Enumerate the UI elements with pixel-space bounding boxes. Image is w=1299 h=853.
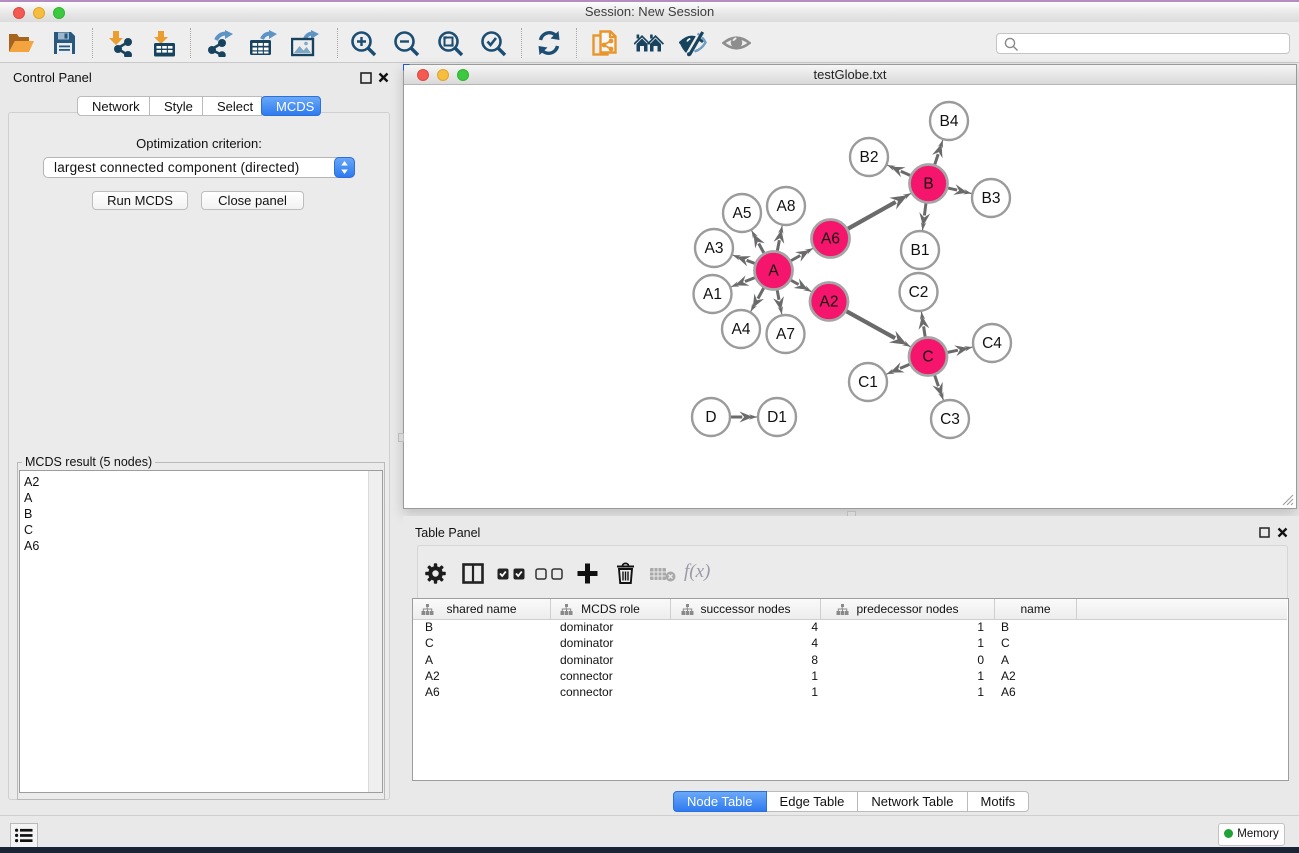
- svg-text:A6: A6: [821, 231, 840, 248]
- svg-text:D1: D1: [767, 409, 787, 426]
- svg-text:A: A: [768, 263, 779, 280]
- svg-text:B2: B2: [860, 149, 879, 166]
- svg-text:B4: B4: [940, 113, 959, 130]
- svg-text:D: D: [705, 409, 716, 426]
- svg-text:A2: A2: [820, 294, 839, 311]
- svg-text:C4: C4: [982, 335, 1002, 352]
- svg-text:C2: C2: [909, 284, 929, 301]
- svg-text:A4: A4: [732, 321, 751, 338]
- svg-text:B1: B1: [911, 242, 930, 259]
- svg-text:A8: A8: [777, 198, 796, 215]
- svg-text:B3: B3: [982, 190, 1001, 207]
- svg-text:A7: A7: [776, 326, 795, 343]
- svg-text:C: C: [922, 349, 933, 366]
- svg-text:B: B: [923, 176, 933, 193]
- svg-text:A3: A3: [705, 240, 724, 257]
- svg-text:A1: A1: [703, 286, 722, 303]
- svg-text:C3: C3: [940, 411, 960, 428]
- svg-text:C1: C1: [858, 374, 878, 391]
- svg-text:A5: A5: [733, 205, 752, 222]
